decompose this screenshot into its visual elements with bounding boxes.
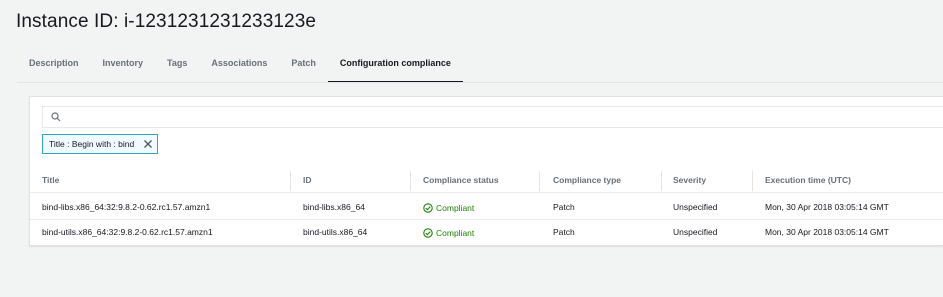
column-divider bbox=[539, 171, 540, 191]
check-circle-icon bbox=[423, 202, 433, 213]
cell-id: bind-libs.x86_64 bbox=[303, 202, 365, 212]
cell-severity: Unspecified bbox=[673, 202, 718, 212]
table-row[interactable]: bind-utils.x86_64:32:9.8.2-0.62.rc1.57.a… bbox=[30, 220, 943, 245]
tab-inventory[interactable]: Inventory bbox=[91, 57, 156, 82]
search-icon bbox=[51, 112, 61, 122]
tab-patch[interactable]: Patch bbox=[279, 57, 328, 82]
column-divider bbox=[290, 171, 291, 191]
cell-execution-time: Mon, 30 Apr 2018 03:05:14 GMT bbox=[765, 202, 889, 212]
filter-token: Title : Begin with : bind bbox=[42, 134, 159, 154]
cell-compliance-type: Patch bbox=[553, 202, 575, 212]
cell-compliance-status: Compliant bbox=[423, 195, 474, 220]
table-header: Title ID Compliance status Compliance ty… bbox=[30, 169, 943, 193]
column-divider bbox=[752, 171, 753, 191]
tab-bar: Description Inventory Tags Associations … bbox=[17, 57, 463, 83]
column-header-compliance-status[interactable]: Compliance status bbox=[423, 169, 499, 193]
cell-compliance-status: Compliant bbox=[423, 220, 474, 245]
column-divider bbox=[661, 171, 662, 191]
tab-associations[interactable]: Associations bbox=[199, 57, 279, 82]
cell-severity: Unspecified bbox=[673, 227, 718, 237]
status-text: Compliant bbox=[436, 227, 475, 238]
tab-tags[interactable]: Tags bbox=[155, 57, 199, 82]
status-text: Compliant bbox=[436, 202, 475, 213]
column-header-severity[interactable]: Severity bbox=[673, 169, 706, 193]
tabs-divider bbox=[17, 82, 943, 83]
search-bar[interactable] bbox=[42, 106, 943, 128]
filter-token-label: Title : Begin with : bind bbox=[49, 139, 135, 149]
check-circle-icon bbox=[423, 227, 433, 238]
page: Instance ID: i-1231231231233123e Descrip… bbox=[0, 0, 943, 297]
column-header-execution-time[interactable]: Execution time (UTC) bbox=[765, 169, 851, 193]
cell-compliance-type: Patch bbox=[553, 227, 575, 237]
column-divider bbox=[410, 171, 411, 191]
column-header-id[interactable]: ID bbox=[303, 169, 312, 193]
cell-title: bind-libs.x86_64:32:9.8.2-0.62.rc1.57.am… bbox=[42, 202, 211, 212]
column-header-compliance-type[interactable]: Compliance type bbox=[553, 169, 621, 193]
search-input[interactable] bbox=[69, 109, 669, 125]
cell-title: bind-utils.x86_64:32:9.8.2-0.62.rc1.57.a… bbox=[42, 227, 213, 237]
cell-id: bind-utils.x86_64 bbox=[303, 227, 368, 237]
table-row[interactable]: bind-libs.x86_64:32:9.8.2-0.62.rc1.57.am… bbox=[30, 195, 943, 220]
compliance-panel: Title : Begin with : bind Title ID Compl… bbox=[29, 96, 943, 246]
tab-description[interactable]: Description bbox=[17, 57, 91, 82]
column-header-title[interactable]: Title bbox=[42, 169, 59, 193]
tab-configuration-compliance[interactable]: Configuration compliance bbox=[327, 57, 463, 83]
cell-execution-time: Mon, 30 Apr 2018 03:05:14 GMT bbox=[765, 227, 889, 237]
close-icon bbox=[144, 140, 153, 148]
token-remove-button[interactable] bbox=[139, 135, 157, 153]
page-title: Instance ID: i-1231231231233123e bbox=[16, 11, 317, 32]
